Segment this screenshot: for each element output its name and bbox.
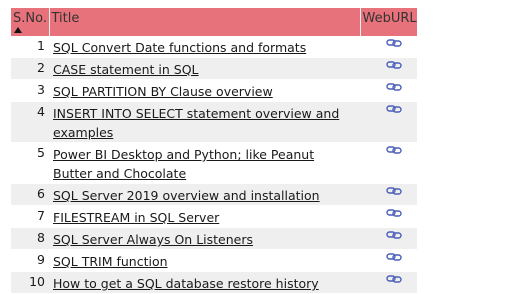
row-number: 9: [11, 249, 49, 272]
article-title-link[interactable]: SQL Server Always On Listeners: [53, 232, 253, 247]
row-number: 1: [11, 36, 49, 58]
chain-link-icon[interactable]: [385, 229, 402, 241]
article-title-link[interactable]: CASE statement in SQL: [53, 62, 199, 77]
article-title-link[interactable]: Power BI Desktop and Python; like Peanut…: [53, 147, 314, 181]
row-number: 5: [11, 142, 49, 184]
table-row: 5 Power BI Desktop and Python; like Peanu…: [11, 142, 417, 184]
table-row: 8 SQL Server Always On Listeners: [11, 227, 417, 250]
chain-link-icon[interactable]: [385, 81, 402, 93]
chain-link-icon[interactable]: [385, 251, 402, 263]
row-title-cell: SQL Server 2019 overview and installatio…: [49, 183, 360, 206]
table-row: 7 FILESTREAM in SQL Server: [11, 205, 417, 228]
row-title-cell: INSERT INTO SELECT statement overview an…: [49, 101, 360, 143]
weburl-cell: [360, 101, 417, 143]
sort-ascending-icon: [14, 27, 22, 33]
table-row: 2 CASE statement in SQL: [11, 57, 417, 80]
article-title-link[interactable]: SQL PARTITION BY Clause overview: [53, 84, 273, 99]
chain-link-icon[interactable]: [385, 144, 402, 156]
weburl-cell: [360, 205, 417, 228]
table-row: 6 SQL Server 2019 overview and installati…: [11, 183, 417, 206]
weburl-header-label: WebURL: [362, 11, 417, 26]
table-row: 10 How to get a SQL database restore hist…: [11, 271, 417, 294]
row-number: 6: [11, 183, 49, 206]
weburl-cell: [360, 227, 417, 250]
title-header-label: Title: [51, 11, 80, 26]
chain-link-icon[interactable]: [385, 59, 402, 71]
row-title-cell: SQL Server Always On Listeners: [49, 227, 360, 250]
row-title-cell: CASE statement in SQL: [49, 57, 360, 80]
chain-link-icon[interactable]: [385, 103, 402, 115]
table-row: 9 SQL TRIM function: [11, 249, 417, 272]
table-row: 4 INSERT INTO SELECT statement overview a…: [11, 101, 417, 143]
row-title-cell: FILESTREAM in SQL Server: [49, 205, 360, 228]
row-number: 3: [11, 79, 49, 102]
article-title-link[interactable]: SQL Convert Date functions and formats: [53, 40, 306, 55]
table-header-row: S.No. Title WebURL: [11, 8, 417, 36]
article-title-link[interactable]: INSERT INTO SELECT statement overview an…: [53, 106, 339, 140]
chain-link-icon[interactable]: [385, 207, 402, 219]
row-number: 2: [11, 57, 49, 80]
weburl-cell: [360, 249, 417, 272]
sno-column-header[interactable]: S.No.: [11, 8, 50, 36]
article-title-link[interactable]: How to get a SQL database restore histor…: [53, 276, 319, 291]
weburl-cell: [360, 79, 417, 102]
row-number: 4: [11, 101, 49, 143]
chain-link-icon[interactable]: [385, 37, 402, 49]
weburl-cell: [360, 271, 417, 294]
table-row: 1 SQL Convert Date functions and formats: [11, 36, 417, 58]
row-title-cell: SQL TRIM function: [49, 249, 360, 272]
article-title-link[interactable]: SQL Server 2019 overview and installatio…: [53, 188, 320, 203]
row-number: 7: [11, 205, 49, 228]
article-title-link[interactable]: SQL TRIM function: [53, 254, 168, 269]
articles-table: S.No. Title WebURL 1 SQL Convert Date fun…: [11, 8, 417, 294]
row-number: 10: [11, 271, 49, 294]
weburl-cell: [360, 183, 417, 206]
chain-link-icon[interactable]: [385, 185, 402, 197]
row-title-cell: SQL PARTITION BY Clause overview: [49, 79, 360, 102]
weburl-cell: [360, 57, 417, 80]
table-row: 3 SQL PARTITION BY Clause overview: [11, 79, 417, 102]
weburl-cell: [360, 36, 417, 58]
row-number: 8: [11, 227, 49, 250]
weburl-column-header[interactable]: WebURL: [360, 8, 417, 36]
row-title-cell: Power BI Desktop and Python; like Peanut…: [49, 142, 360, 184]
row-title-cell: How to get a SQL database restore histor…: [49, 271, 360, 294]
row-title-cell: SQL Convert Date functions and formats: [49, 36, 360, 58]
article-title-link[interactable]: FILESTREAM in SQL Server: [53, 210, 219, 225]
sno-header-label: S.No.: [13, 11, 47, 26]
title-column-header[interactable]: Title: [49, 8, 361, 36]
weburl-cell: [360, 142, 417, 184]
chain-link-icon[interactable]: [385, 273, 402, 285]
